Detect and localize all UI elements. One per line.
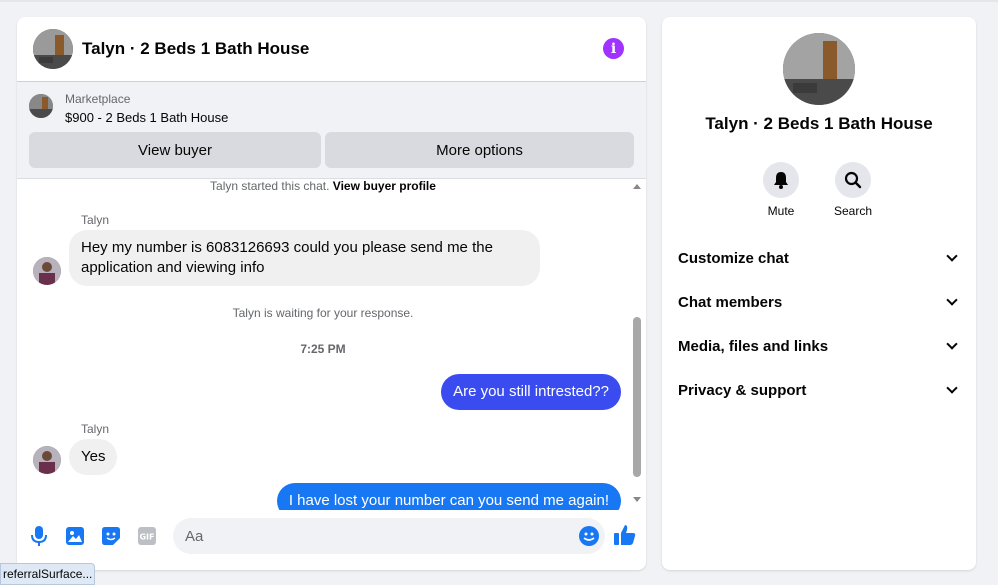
scroll-down-icon[interactable] bbox=[633, 497, 641, 502]
microphone-icon[interactable] bbox=[29, 526, 49, 546]
listing-thumbnail[interactable] bbox=[29, 94, 53, 118]
more-options-button[interactable]: More options bbox=[325, 132, 634, 168]
chat-members-row[interactable]: Chat members bbox=[678, 280, 960, 324]
chevron-down-icon bbox=[946, 382, 958, 394]
message-timestamp: 7:25 PM bbox=[300, 342, 346, 356]
chat-header: Talyn · 2 Beds 1 Bath House i bbox=[17, 17, 646, 82]
message-bubble-incoming[interactable]: Hey my number is 6083126693 could you pl… bbox=[69, 230, 540, 286]
chat-title[interactable]: Talyn · 2 Beds 1 Bath House bbox=[82, 39, 309, 59]
row-label: Privacy & support bbox=[678, 381, 807, 399]
view-buyer-button[interactable]: View buyer bbox=[29, 132, 321, 168]
chevron-down-icon bbox=[946, 294, 958, 306]
scrollbar-thumb[interactable] bbox=[633, 317, 641, 477]
avatar[interactable] bbox=[33, 257, 61, 285]
chat-started-notice: Talyn started this chat. View buyer prof… bbox=[17, 180, 629, 193]
search-label: Search bbox=[833, 204, 873, 218]
svg-text:GIF: GIF bbox=[139, 533, 154, 542]
chevron-down-icon bbox=[946, 338, 958, 350]
gif-icon[interactable]: GIF bbox=[137, 526, 157, 546]
message-bubble-outgoing[interactable]: I have lost your number can you send me … bbox=[276, 483, 621, 510]
side-title: Talyn · 2 Beds 1 Bath House bbox=[705, 114, 933, 133]
marketplace-label: Marketplace bbox=[65, 92, 131, 106]
mute-label: Mute bbox=[767, 204, 795, 218]
row-label: Media, files and links bbox=[678, 337, 829, 355]
sender-name: Talyn bbox=[81, 213, 110, 227]
listing-avatar[interactable] bbox=[33, 29, 73, 69]
waiting-notice: Talyn is waiting for your response. bbox=[232, 306, 414, 320]
composer: GIF bbox=[17, 512, 646, 570]
like-icon[interactable] bbox=[614, 524, 636, 546]
info-icon[interactable]: i bbox=[603, 38, 624, 59]
photo-icon[interactable] bbox=[65, 526, 85, 546]
scrollbar[interactable] bbox=[629, 180, 646, 510]
listing-avatar-large[interactable] bbox=[783, 33, 855, 105]
top-divider bbox=[0, 0, 998, 2]
message-bubble-incoming[interactable]: Yes bbox=[69, 439, 118, 475]
search-action[interactable]: Search bbox=[823, 162, 883, 218]
scroll-up-icon[interactable] bbox=[633, 184, 641, 189]
emoji-icon[interactable] bbox=[579, 526, 599, 546]
chevron-down-icon bbox=[946, 250, 958, 262]
row-label: Customize chat bbox=[678, 249, 789, 267]
media-files-links-row[interactable]: Media, files and links bbox=[678, 324, 960, 368]
marketplace-banner: Marketplace $900 - 2 Beds 1 Bath House V… bbox=[17, 82, 646, 179]
sticker-icon[interactable] bbox=[101, 526, 121, 546]
avatar[interactable] bbox=[33, 446, 61, 474]
message-list[interactable]: Talyn started this chat. View buyer prof… bbox=[17, 180, 629, 510]
conversation-details-panel: Talyn · 2 Beds 1 Bath House Mute Search … bbox=[662, 17, 976, 570]
message-input-box[interactable] bbox=[173, 518, 605, 554]
listing-price: $900 - 2 Beds 1 Bath House bbox=[65, 110, 229, 125]
row-label: Chat members bbox=[678, 293, 783, 311]
search-icon[interactable] bbox=[835, 162, 871, 198]
bell-icon[interactable] bbox=[763, 162, 799, 198]
status-bar-url: referralSurface... bbox=[0, 563, 95, 585]
chat-panel: Talyn · 2 Beds 1 Bath House i Marketplac… bbox=[17, 17, 646, 570]
customize-chat-row[interactable]: Customize chat bbox=[678, 236, 960, 280]
privacy-support-row[interactable]: Privacy & support bbox=[678, 368, 960, 412]
mute-action[interactable]: Mute bbox=[751, 162, 811, 218]
message-bubble-outgoing[interactable]: Are you still intrested?? bbox=[441, 374, 621, 410]
view-buyer-profile-link[interactable]: View buyer profile bbox=[333, 180, 436, 193]
message-input[interactable] bbox=[173, 518, 553, 554]
chat-started-text: Talyn started this chat. bbox=[210, 180, 330, 193]
sender-name: Talyn bbox=[81, 422, 110, 436]
